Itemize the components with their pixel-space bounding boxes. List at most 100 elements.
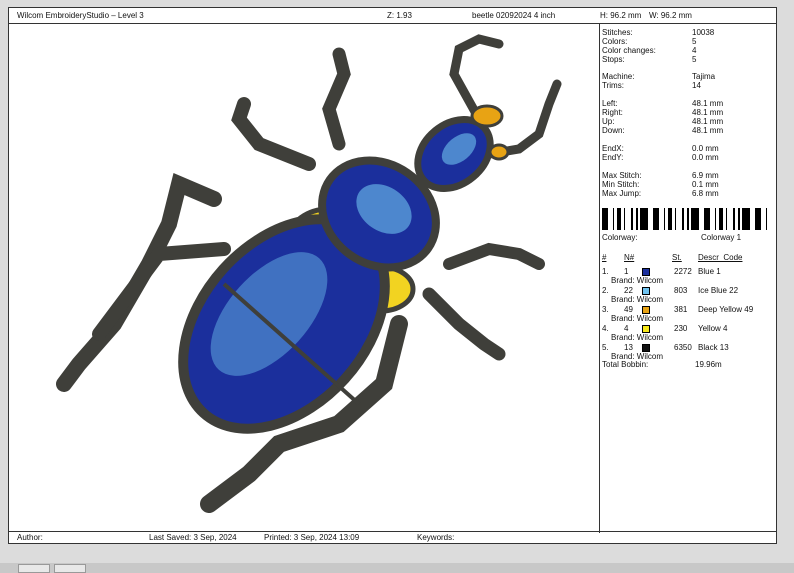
taskbar-button[interactable] [18,564,50,573]
stat-label: Right: [602,108,623,117]
barcode-image [602,208,767,230]
color-index: 3. [602,305,609,314]
total-bobbin-value: 19.96m [695,360,722,369]
color-index: 4. [602,324,609,333]
design-width: W: 96.2 mm [649,11,692,20]
color-number: 4 [624,324,629,333]
brand-label: Brand: Wilcom [611,314,664,323]
stat-label: Stops: [602,55,625,64]
stat-row: Left: 48.1 mm [602,99,772,108]
color-stitches: 381 [674,305,688,314]
color-swatch [642,306,650,314]
header-bar: Wilcom EmbroideryStudio – Level 3 Z: 1.9… [9,8,776,24]
brand-label: Brand: Wilcom [611,276,664,285]
stat-label: Color changes: [602,46,656,55]
stat-value: 48.1 mm [692,117,724,126]
brand-row: Brand: Wilcom [600,333,776,342]
colorway-value: Colorway 1 [701,233,742,242]
color-index: 5. [602,343,609,352]
stat-label: Colors: [602,37,628,46]
stat-value: 48.1 mm [692,99,724,108]
stat-row: Machine: Tajima [602,72,772,81]
design-height: H: 96.2 mm [600,11,642,20]
stat-label: EndY: [602,153,624,162]
stat-row: Min Stitch: 0.1 mm [602,180,772,189]
stat-value: 4 [692,46,697,55]
color-number: 1 [624,267,629,276]
color-index: 1. [602,267,609,276]
design-filename: beetle 02092024 4 inch [472,11,556,20]
stat-value: 10038 [692,28,715,37]
stat-label: Down: [602,126,625,135]
print-preview-sheet: Wilcom EmbroideryStudio – Level 3 Z: 1.9… [8,7,777,544]
color-swatch [642,268,650,276]
brand-label: Brand: Wilcom [611,333,664,342]
stat-label: Trims: [602,81,624,90]
stat-value: 5 [692,55,697,64]
stat-label: Stitches: [602,28,633,37]
color-row: 4. 4 230 Yellow 4 [600,324,776,333]
author-field: Author: [17,533,43,542]
total-bobbin-row: Total Bobbin: 19.96m [600,360,776,369]
col-header-num: # [602,253,607,262]
color-row: 5. 13 6350 Black 13 [600,343,776,352]
stat-row: Max Stitch: 6.9 mm [602,171,772,180]
col-header-descr: Descr_Code [698,253,743,262]
stat-row: EndX: 0.0 mm [602,144,772,153]
stat-label: Machine: [602,72,635,81]
stat-label: Max Jump: [602,189,642,198]
color-number: 49 [624,305,633,314]
color-row: 3. 49 381 Deep Yellow 49 [600,305,776,314]
stat-label: Min Stitch: [602,180,640,189]
footer-bar: Author: Last Saved: 3 Sep, 2024 Printed:… [9,531,776,543]
color-stitches: 803 [674,286,688,295]
color-index: 2. [602,286,609,295]
stat-value: 48.1 mm [692,126,724,135]
stat-label: Up: [602,117,615,126]
color-row: 1. 1 2272 Blue 1 [600,267,776,276]
stat-row: Stops: 5 [602,55,772,64]
brand-row: Brand: Wilcom [600,314,776,323]
last-saved-field: Last Saved: 3 Sep, 2024 [149,533,237,542]
design-info-panel: Stitches: 10038 Colors: 5 Color changes: 4 Sto… [599,24,777,533]
stat-value: 0.0 mm [692,144,719,153]
stat-value: 6.9 mm [692,171,719,180]
color-swatch [642,344,650,352]
beetle-embroidery-image [56,34,562,513]
color-swatch [642,287,650,295]
color-description: Deep Yellow 49 [698,305,754,314]
taskbar [0,563,794,573]
stat-row: Max Jump: 6.8 mm [602,189,772,198]
total-bobbin-label: Total Bobbin: [602,360,649,369]
stat-row: Colors: 5 [602,37,772,46]
color-row: 2. 22 803 Ice Blue 22 [600,286,776,295]
stat-row: Stitches: 10038 [602,28,772,37]
color-stitches: 2272 [674,267,692,276]
brand-label: Brand: Wilcom [611,295,664,304]
colorway-row: Colorway: Colorway 1 [602,233,772,242]
stat-value: 0.0 mm [692,153,719,162]
taskbar-button[interactable] [54,564,86,573]
color-swatch [642,325,650,333]
zoom-readout: Z: 1.93 [387,11,412,20]
color-description: Blue 1 [698,267,721,276]
stat-value: 0.1 mm [692,180,719,189]
stat-row: EndY: 0.0 mm [602,153,772,162]
color-description: Black 13 [698,343,729,352]
col-header-st: St. [672,253,682,262]
color-stitches: 6350 [674,343,692,352]
stat-value: 5 [692,37,697,46]
brand-row: Brand: Wilcom [600,295,776,304]
color-number: 22 [624,286,633,295]
keywords-field: Keywords: [417,533,455,542]
colorway-label: Colorway: [602,233,638,242]
stat-value: 14 [692,81,701,90]
color-description: Yellow 4 [698,324,728,333]
stat-label: Max Stitch: [602,171,642,180]
stat-row: Right: 48.1 mm [602,108,772,117]
stat-label: EndX: [602,144,624,153]
color-stitches: 230 [674,324,688,333]
app-title: Wilcom EmbroideryStudio – Level 3 [17,11,144,20]
printed-field: Printed: 3 Sep, 2024 13:09 [264,533,360,542]
design-preview [9,24,599,533]
